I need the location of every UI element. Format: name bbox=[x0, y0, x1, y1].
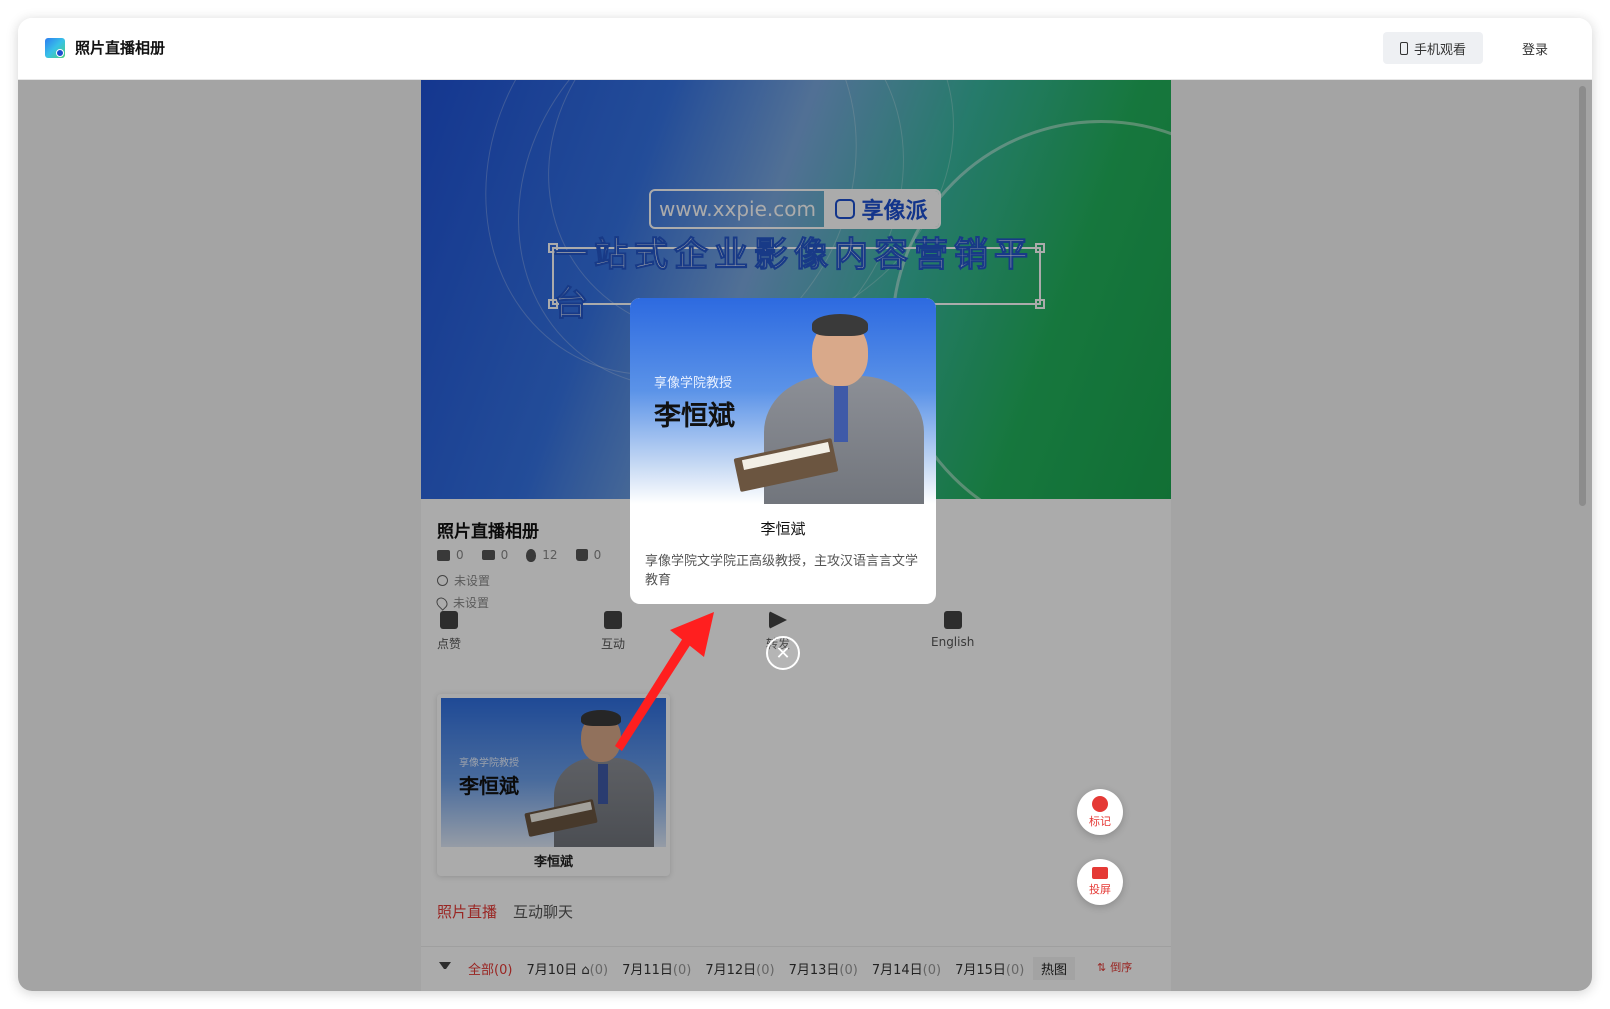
mobile-view-button[interactable]: 手机观看 bbox=[1383, 32, 1483, 64]
top-bar: 照片直播相册 手机观看 登录 bbox=[18, 18, 1592, 80]
app-logo-icon bbox=[45, 38, 65, 58]
phone-icon bbox=[1399, 41, 1408, 55]
modal-photo-name: 李恒斌 bbox=[654, 401, 735, 432]
modal-speaker-photo: 享像学院教授 李恒斌 bbox=[630, 298, 936, 504]
cast-icon bbox=[1092, 867, 1108, 879]
mark-button[interactable]: 标记 bbox=[1077, 789, 1123, 835]
smile-icon bbox=[1092, 795, 1108, 812]
modal-description: 享像学院文学院正高级教授，主攻汉语言言文学教育 bbox=[645, 554, 919, 588]
mobile-view-label: 手机观看 bbox=[1413, 41, 1466, 57]
speaker-modal: 享像学院教授 李恒斌 李恒斌 享像学院文学院正高级教授，主攻汉语言言文学教育 bbox=[630, 298, 936, 604]
login-link[interactable]: 登录 bbox=[1522, 39, 1548, 58]
cast-screen-button[interactable]: 投屏 bbox=[1077, 859, 1123, 905]
modal-name: 李恒斌 bbox=[760, 520, 806, 538]
modal-close-button[interactable]: ✕ bbox=[766, 636, 800, 670]
modal-speaker-figure bbox=[733, 298, 932, 504]
scrollbar[interactable] bbox=[1579, 86, 1586, 506]
modal-role: 享像学院教授 bbox=[654, 376, 733, 391]
app-title: 照片直播相册 bbox=[75, 39, 166, 57]
close-icon: ✕ bbox=[775, 642, 791, 664]
